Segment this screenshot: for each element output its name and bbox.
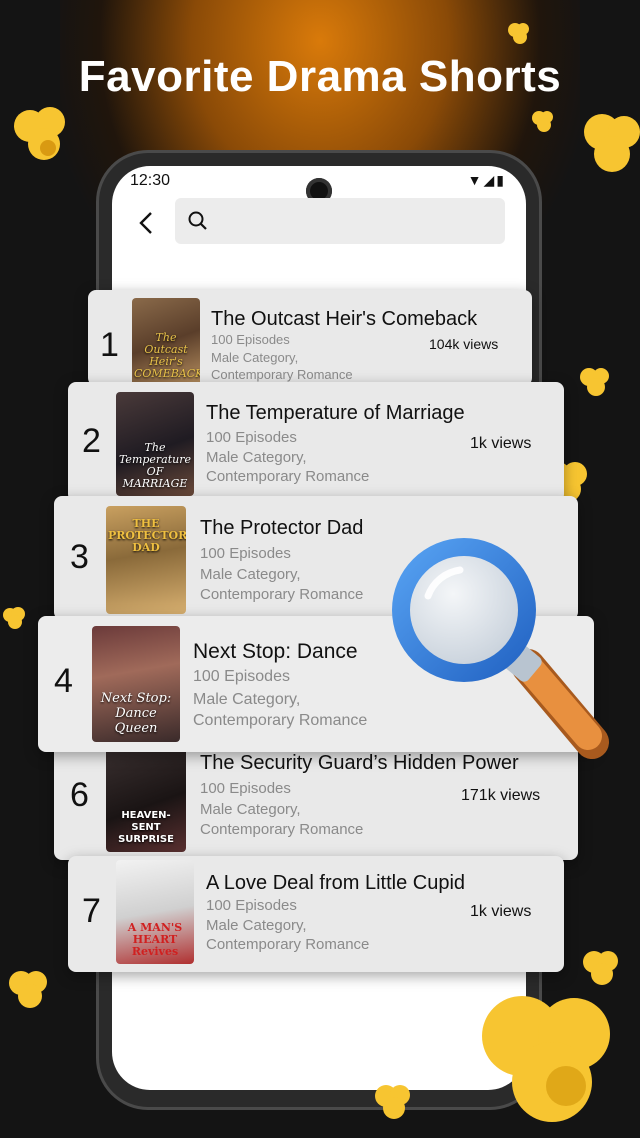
- list-item[interactable]: 1 The Outcast Heir's COMEBACK The Outcas…: [88, 290, 532, 386]
- list-item[interactable]: 2 The Temperature OF MARRIAGE The Temper…: [68, 382, 564, 502]
- item-category: Male Category,: [206, 917, 307, 934]
- item-genre: Contemporary Romance: [193, 712, 368, 729]
- rank-number: 2: [82, 422, 101, 460]
- item-views: 171k views: [461, 787, 541, 804]
- item-category: Male Category,: [193, 691, 301, 708]
- item-title: The Temperature of Marriage: [206, 402, 465, 424]
- status-time: 12:30: [130, 172, 171, 189]
- status-icons: ▼◢▮: [467, 172, 506, 188]
- chevron-left-icon: [139, 212, 152, 234]
- item-episodes: 100 Episodes: [200, 545, 291, 562]
- item-views: 104k views: [429, 336, 499, 352]
- poster-image: The Outcast Heir's COMEBACK: [132, 298, 200, 386]
- item-views: 1k views: [470, 903, 532, 920]
- item-category: Male Category,: [200, 801, 301, 818]
- item-title: A Love Deal from Little Cupid: [206, 872, 466, 894]
- item-title: The Outcast Heir's Comeback: [211, 308, 478, 330]
- popcorn-icon: [508, 23, 529, 44]
- popcorn-icon: [3, 607, 25, 629]
- item-category: Male Category,: [200, 566, 301, 583]
- headline: Favorite Drama Shorts: [78, 52, 562, 101]
- item-category: Male Category,: [206, 449, 307, 466]
- item-views: 1k views: [470, 435, 532, 452]
- item-genre: Contemporary Romance: [200, 821, 364, 838]
- poster-image: Next Stop: Dance Queen: [92, 626, 180, 742]
- poster-image: HEAVEN-SENT SURPRISE: [106, 748, 186, 852]
- search-input[interactable]: [175, 198, 505, 244]
- poster-image: A MAN'S HEART Revives: [116, 860, 194, 964]
- rank-number: 6: [70, 776, 89, 814]
- magnifier-icon: [392, 538, 609, 759]
- item-title: The Protector Dad: [200, 517, 364, 539]
- item-episodes: 100 Episodes: [211, 332, 290, 347]
- search-icon: [188, 211, 207, 230]
- item-title: Next Stop: Dance: [193, 640, 358, 663]
- rank-number: 1: [100, 326, 119, 364]
- item-episodes: 100 Episodes: [193, 668, 290, 685]
- item-episodes: 100 Episodes: [206, 429, 297, 446]
- popcorn-icon: [375, 1085, 410, 1119]
- item-episodes: 100 Episodes: [206, 897, 297, 914]
- popcorn-icon: [532, 111, 553, 132]
- popcorn-icon: [9, 971, 47, 1008]
- item-genre: Contemporary Romance: [206, 936, 370, 953]
- popcorn-icon: [482, 996, 610, 1122]
- item-genre: Contemporary Romance: [200, 586, 364, 603]
- rank-number: 3: [70, 538, 89, 576]
- back-button[interactable]: [132, 206, 160, 240]
- rank-number: 4: [54, 662, 73, 700]
- item-genre: Contemporary Romance: [206, 468, 370, 485]
- popcorn-icon: [14, 107, 65, 160]
- poster-image: The Temperature OF MARRIAGE: [116, 392, 194, 496]
- popcorn-icon: [583, 951, 618, 985]
- popcorn-icon: [584, 114, 640, 172]
- rank-number: 7: [82, 892, 101, 930]
- poster-image: THE PROTECTOR DAD: [106, 506, 186, 614]
- item-episodes: 100 Episodes: [200, 780, 291, 797]
- list-item[interactable]: 7 A MAN'S HEART Revives A Love Deal from…: [68, 856, 564, 972]
- popcorn-icon: [580, 368, 609, 396]
